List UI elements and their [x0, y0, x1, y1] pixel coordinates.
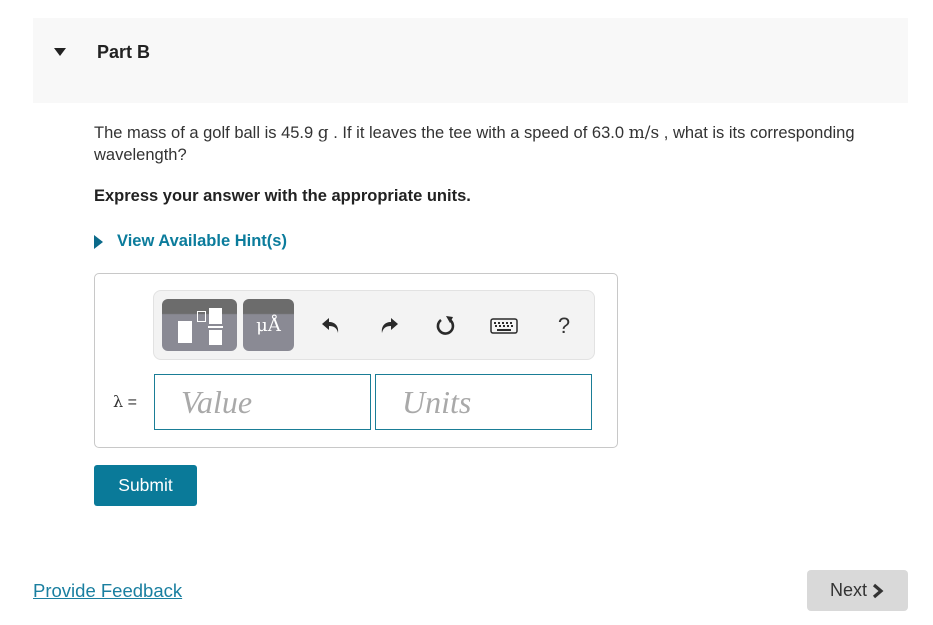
collapse-triangle-icon[interactable]	[54, 48, 66, 56]
fraction-template-icon	[162, 299, 237, 351]
units-glyph: μÅ	[256, 315, 281, 336]
lambda-symbol: λ	[113, 392, 124, 411]
next-label: Next	[829, 580, 867, 600]
keyboard-icon[interactable]	[489, 313, 519, 339]
equals-sign: =	[123, 394, 137, 411]
question-text: The mass of a golf ball is 45.9 g . If i…	[94, 122, 884, 166]
mass-unit: g	[317, 123, 329, 143]
redo-icon[interactable]	[376, 313, 402, 339]
submit-button[interactable]: Submit	[94, 465, 197, 506]
part-title: Part B	[97, 42, 151, 62]
view-hints-label: View Available Hint(s)	[117, 232, 287, 250]
view-hints-link[interactable]: View Available Hint(s)	[94, 232, 287, 251]
chevron-right-icon	[872, 583, 884, 598]
next-button[interactable]: Next	[807, 570, 908, 611]
templates-button[interactable]	[162, 299, 237, 351]
answer-variable-label: λ =	[113, 392, 137, 412]
reset-icon[interactable]	[433, 313, 459, 339]
units-input[interactable]	[375, 374, 592, 430]
help-icon[interactable]: ?	[551, 313, 577, 339]
question-text-part: The mass of a golf ball is 45.9	[94, 124, 318, 142]
expand-arrow-icon	[94, 234, 103, 249]
instruction-text: Express your answer with the appropriate…	[94, 187, 471, 205]
speed-unit: m/s	[628, 123, 660, 143]
undo-icon[interactable]	[318, 313, 344, 339]
units-button[interactable]: μÅ	[243, 299, 294, 351]
value-input[interactable]	[154, 374, 371, 430]
part-header	[33, 18, 908, 103]
provide-feedback-link[interactable]: Provide Feedback	[33, 580, 182, 602]
question-text-part: . If it leaves the tee with a speed of 6…	[328, 124, 629, 142]
